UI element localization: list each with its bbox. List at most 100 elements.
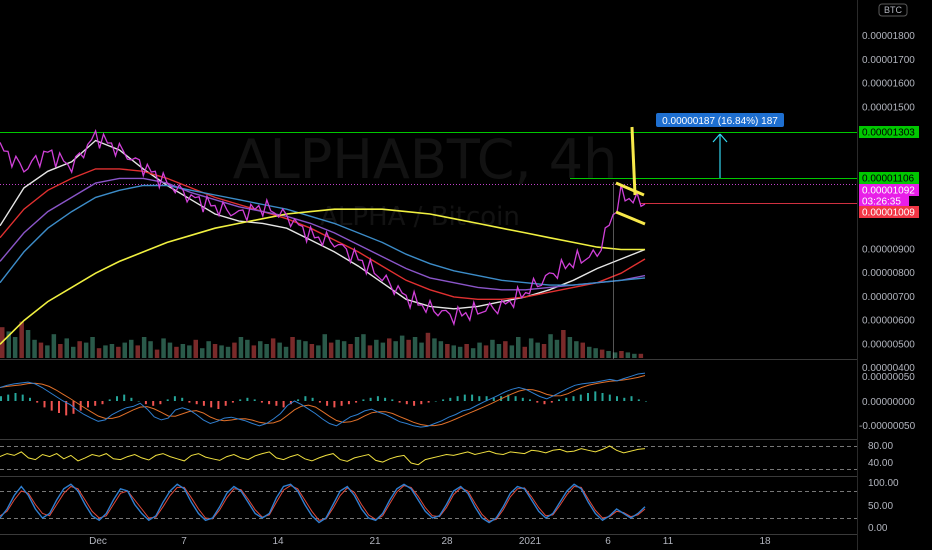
macd-hist-bar xyxy=(558,399,560,401)
volume-bar xyxy=(322,334,327,358)
measure-arrow[interactable] xyxy=(712,133,728,178)
price-tick-10: 0.00000500 xyxy=(862,339,915,350)
currency-tag[interactable]: BTC xyxy=(884,5,903,15)
macd-hist-bar xyxy=(268,401,271,405)
volume-bar xyxy=(399,335,405,358)
volume-bar xyxy=(419,342,424,358)
macd-tick-2: -0.00000050 xyxy=(859,421,916,432)
macd-hist-bar xyxy=(347,401,350,405)
volume-bar xyxy=(296,339,302,358)
volume-bar xyxy=(180,344,186,358)
stoch-k-line xyxy=(0,483,646,524)
macd-hist-bar xyxy=(413,401,416,406)
volume-bar xyxy=(335,339,340,358)
volume-bar xyxy=(412,337,418,358)
yellow-drawing-lower[interactable] xyxy=(615,210,646,226)
macd-hist-bar xyxy=(536,401,539,403)
macd-hist-bar xyxy=(463,394,466,401)
volume-bar xyxy=(580,342,585,358)
volume-bar xyxy=(167,342,173,358)
ma-line-3 xyxy=(0,184,646,286)
volume-bar xyxy=(161,338,166,358)
volume-bar xyxy=(548,334,553,358)
volume-bar xyxy=(58,344,63,358)
volume-bar xyxy=(638,353,644,358)
volume-bar xyxy=(593,348,598,358)
volume-bar xyxy=(71,346,76,358)
macd-hist-bar xyxy=(275,401,278,406)
macd-hist-bar xyxy=(7,394,10,401)
macd-hist-bar xyxy=(579,394,582,401)
indicator-axis: 0.00000050 0.00000000 -0.00000050 80.00 40.0… xyxy=(859,372,916,534)
volume-bar xyxy=(83,342,89,358)
measure-label: 0.00000187 (16.84%) 187 xyxy=(662,116,778,127)
macd-hist-bar xyxy=(130,397,133,401)
volume-bar xyxy=(561,330,566,358)
volume-bar xyxy=(212,344,218,358)
macd-hist-bar xyxy=(645,401,647,402)
macd-hist-bar xyxy=(159,401,162,405)
volume-bar xyxy=(141,337,147,358)
chart-canvas[interactable]: ALPHABTC, 4h ALPHA / Bitcoin 0.00000187 … xyxy=(0,0,932,550)
volume-bar xyxy=(270,338,276,358)
macd-hist-bar xyxy=(601,393,604,401)
macd-hist-bar xyxy=(108,399,111,401)
stoch-tick-1: 50.00 xyxy=(868,501,893,512)
price-tag-0: 0.00001303 xyxy=(862,128,915,139)
volume-bar xyxy=(425,332,431,358)
volume-bar xyxy=(283,346,289,358)
volume-bar xyxy=(464,344,469,358)
macd-hist-bar xyxy=(355,401,358,403)
macd-hist-bar xyxy=(630,396,633,401)
macd-hist-bar xyxy=(478,396,481,401)
price-tag-1: 0.00001106 xyxy=(862,174,915,185)
yellow-drawing-vertical[interactable] xyxy=(630,126,637,196)
macd-hist-bar xyxy=(318,401,321,403)
volume-bar xyxy=(567,337,573,358)
macd-hist-bar xyxy=(116,396,118,401)
volume-bar xyxy=(625,352,631,358)
macd-hist-bar xyxy=(587,393,589,401)
macd-hist-bar xyxy=(543,401,546,405)
macd-hist-bar xyxy=(0,396,2,401)
rsi-line xyxy=(0,445,646,466)
volume-bar xyxy=(219,345,224,358)
time-tick-2: 14 xyxy=(272,536,284,547)
time-axis[interactable]: Dec 7 14 21 28 2021 6 11 18 xyxy=(89,536,771,547)
macd-hist-bar xyxy=(50,401,53,411)
macd-hist-bar xyxy=(210,401,213,408)
macd-hist-bar xyxy=(442,399,445,401)
macd-hist-bar xyxy=(623,397,626,401)
volume-bar xyxy=(193,339,198,358)
macd-hist-bar xyxy=(144,401,147,405)
volume-bar xyxy=(225,346,231,358)
macd-hist-bar xyxy=(608,394,611,401)
macd-hist-bar xyxy=(282,401,285,408)
macd-hist-bar xyxy=(434,401,437,402)
time-tick-0: Dec xyxy=(89,536,107,547)
macd-hist-bar xyxy=(456,396,459,401)
volume-bar xyxy=(470,348,476,358)
volume-bar xyxy=(328,342,334,358)
macd-hist-bar xyxy=(137,401,140,402)
volume-bar xyxy=(135,345,140,358)
price-tick-8: 0.00000700 xyxy=(862,292,915,303)
macd-hist-bar xyxy=(594,391,597,401)
macd-hist-bar xyxy=(398,401,401,403)
price-tag-2: 0.00001092 xyxy=(862,186,915,197)
volume-bar xyxy=(122,342,127,358)
macd-tick-1: 0.00000000 xyxy=(862,397,915,408)
macd-hist-bar xyxy=(369,397,372,401)
macd-hist-bar xyxy=(202,401,205,406)
volume-bar xyxy=(290,337,295,358)
price-tags: 0.00001303 0.000011060.0000109203:26:350.… xyxy=(859,126,919,219)
macd-hist-bar xyxy=(224,401,227,406)
volume-bar xyxy=(516,337,521,358)
volume-bar xyxy=(341,341,347,358)
macd-hist-bar xyxy=(123,394,126,401)
macd-hist-bar xyxy=(405,401,408,405)
symbol-watermark: ALPHABTC, 4h xyxy=(233,128,618,191)
time-tick-5: 2021 xyxy=(519,536,542,547)
macd-hist-bar xyxy=(239,399,242,401)
volume-bar xyxy=(477,342,482,358)
